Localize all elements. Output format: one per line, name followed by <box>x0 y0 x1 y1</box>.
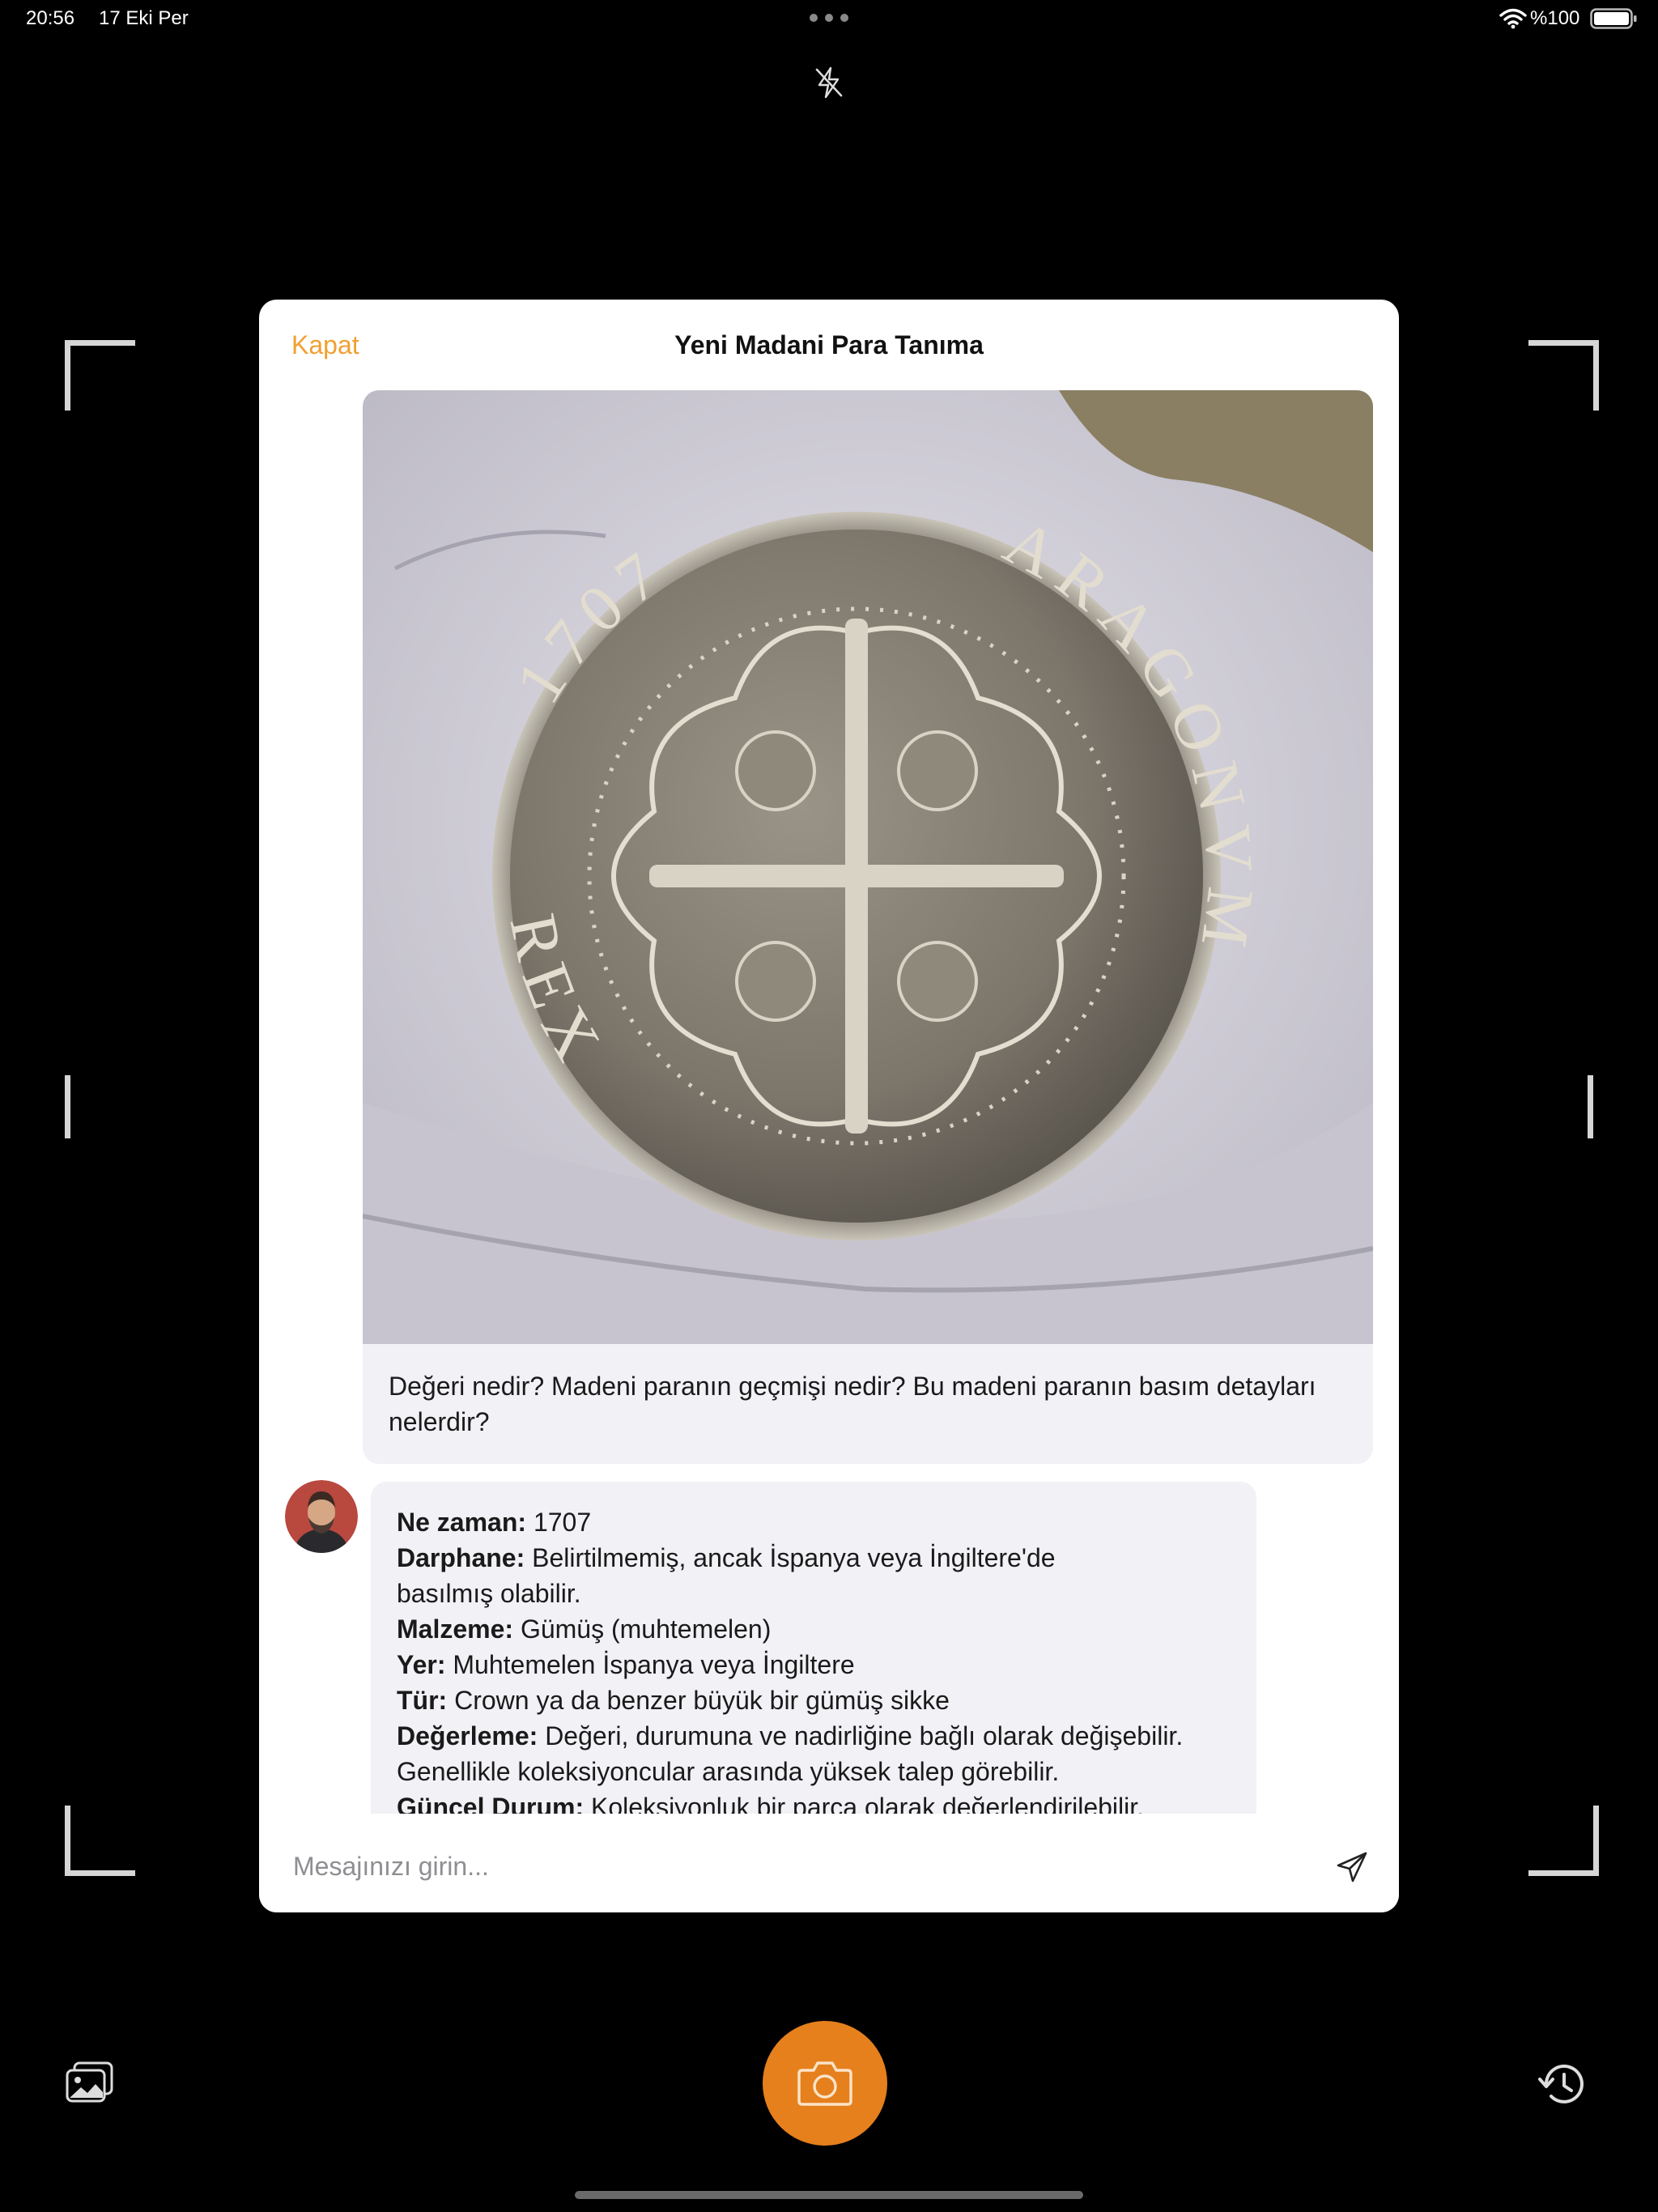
assistant-line: Yer: Muhtemelen İspanya veya İngiltere <box>397 1647 1239 1682</box>
user-message-text: Değeri nedir? Madeni paranın geçmişi ned… <box>389 1372 1316 1436</box>
assistant-message-text: Ne zaman: 1707 Darphane: Belirtilmemiş, a… <box>397 1504 1239 1814</box>
assistant-line: Malzeme: Gümüş (muhtemelen) <box>397 1611 1239 1647</box>
assistant-line-label: Darphane: <box>397 1543 525 1572</box>
assistant-line-label: Tür: <box>397 1686 448 1715</box>
assistant-line: basılmış olabilir. <box>397 1576 1239 1611</box>
assistant-line: Ne zaman: 1707 <box>397 1504 1239 1540</box>
assistant-line-value: 1707 <box>526 1508 592 1537</box>
assistant-message-bubble: Ne zaman: 1707 Darphane: Belirtilmemiş, a… <box>371 1482 1256 1814</box>
viewfinder-corner-bottom-right <box>1528 1806 1599 1876</box>
assistant-line-label: Değerleme: <box>397 1721 538 1750</box>
viewfinder-corner-top-left <box>65 340 135 410</box>
chat-thread[interactable]: 1707 ARAGONVM REX Değeri nedir? Madeni p… <box>259 389 1399 1814</box>
coin-photo[interactable]: 1707 ARAGONVM REX <box>363 390 1373 1344</box>
message-composer <box>259 1822 1399 1912</box>
camera-icon <box>797 2061 852 2106</box>
assistant-line-value: Belirtilmemiş, ancak İspanya veya İngilt… <box>525 1543 1056 1572</box>
assistant-line: Tür: Crown ya da benzer büyük bir gümüş … <box>397 1682 1239 1718</box>
assistant-line: Genellikle koleksiyoncular arasında yüks… <box>397 1754 1239 1789</box>
assistant-line-value: Crown ya da benzer büyük bir gümüş sikke <box>447 1686 950 1715</box>
status-date: 17 Eki Per <box>99 7 189 29</box>
battery-percentage: %100 <box>1530 7 1580 29</box>
assistant-line-value: Koleksiyonluk bir parça olarak değerlend… <box>584 1793 1145 1814</box>
viewfinder-corner-top-right <box>1528 340 1599 410</box>
send-icon[interactable] <box>1336 1851 1368 1883</box>
assistant-avatar <box>285 1480 358 1553</box>
assistant-line-value: Genellikle koleksiyoncular arasında yüks… <box>397 1757 1060 1786</box>
flash-off-icon[interactable] <box>811 65 847 100</box>
assistant-line-value: Muhtemelen İspanya veya İngiltere <box>445 1650 855 1679</box>
viewfinder-tick-left <box>65 1075 70 1138</box>
coin-identification-modal: Kapat Yeni Madani Para Tanıma 1707 ARAGO… <box>259 300 1399 1912</box>
assistant-line: Değerleme: Değeri, durumuna ve nadirliği… <box>397 1718 1239 1754</box>
assistant-line-label: Yer: <box>397 1650 446 1679</box>
assistant-line: Darphane: Belirtilmemiş, ancak İspanya v… <box>397 1540 1239 1576</box>
modal-title: Yeni Madani Para Tanıma <box>674 330 984 359</box>
message-input[interactable] <box>291 1841 1266 1891</box>
photo-library-icon[interactable] <box>65 2060 115 2104</box>
wifi-icon <box>1499 8 1527 29</box>
assistant-line-value: basılmış olabilir. <box>397 1579 581 1608</box>
shutter-button[interactable] <box>763 2021 887 2146</box>
history-icon[interactable] <box>1537 2060 1588 2108</box>
user-message-bubble: 1707 ARAGONVM REX Değeri nedir? Madeni p… <box>363 390 1373 1464</box>
multitasking-dots-icon[interactable] <box>810 14 848 23</box>
assistant-line-label: Güncel Durum: <box>397 1793 585 1814</box>
assistant-line-value: Değeri, durumuna ve nadirliğine bağlı ol… <box>538 1721 1184 1750</box>
status-time: 20:56 <box>26 7 75 29</box>
viewfinder-corner-bottom-left <box>65 1806 135 1876</box>
status-bar: 20:56 17 Eki Per %100 <box>0 0 1658 39</box>
viewfinder-tick-right <box>1588 1075 1593 1138</box>
assistant-line: Güncel Durum: Koleksiyonluk bir parça ol… <box>397 1789 1239 1814</box>
assistant-line-value: Gümüş (muhtemelen) <box>513 1614 772 1644</box>
battery-icon <box>1590 8 1637 29</box>
assistant-line-label: Malzeme: <box>397 1614 514 1644</box>
home-indicator[interactable] <box>575 2191 1083 2199</box>
assistant-line-label: Ne zaman: <box>397 1508 527 1537</box>
